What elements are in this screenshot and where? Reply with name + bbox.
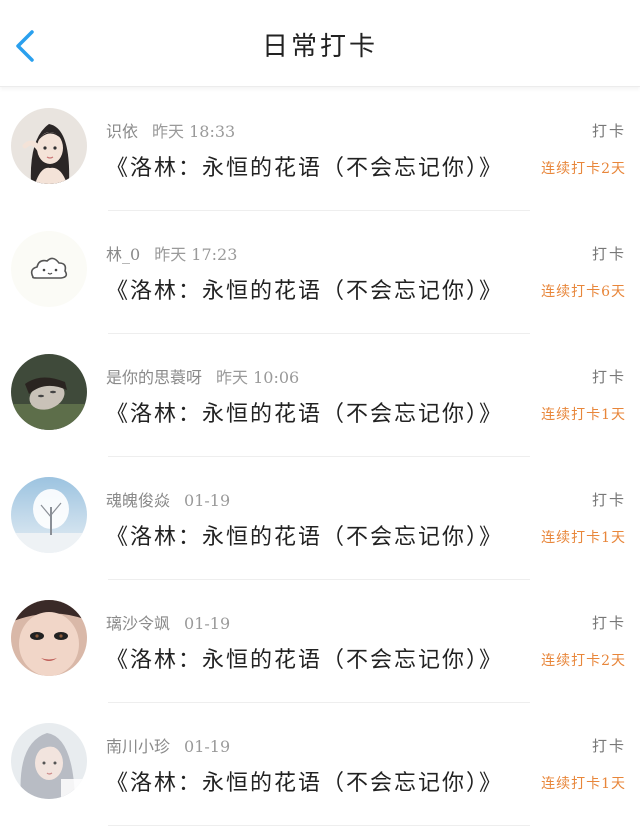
entry-meta: 魂魄俊焱 01-19: [106, 487, 230, 511]
user-name[interactable]: 南川小珍: [106, 737, 170, 756]
checkin-label: 打卡: [591, 737, 626, 755]
user-name[interactable]: 璃沙令飒: [106, 614, 170, 633]
streak-badge: 连续打卡1天: [541, 407, 626, 423]
timestamp: 昨天 18:33: [152, 122, 236, 141]
list-item[interactable]: 林_0 昨天 17:23 《洛林：永恒的花语（不会忘记你）》 打卡 连续打卡6天: [0, 211, 640, 334]
grey-hair-girl-icon: [11, 723, 87, 799]
checkin-label: 打卡: [591, 122, 626, 140]
checkin-label: 打卡: [591, 491, 626, 509]
timestamp: 01-19: [184, 614, 231, 633]
user-name[interactable]: 识依: [106, 122, 138, 141]
user-name[interactable]: 是你的思蓑呀: [106, 368, 202, 387]
timestamp: 昨天 17:23: [154, 245, 238, 264]
streak-badge: 连续打卡2天: [541, 161, 626, 177]
timestamp: 昨天 10:06: [216, 368, 300, 387]
entry-meta: 识依 昨天 18:33: [106, 118, 235, 142]
entry-content: 《洛林：永恒的花语（不会忘记你）》: [106, 771, 504, 796]
entry-content: 《洛林：永恒的花语（不会忘记你）》: [106, 648, 504, 673]
page-title: 日常打卡: [261, 32, 378, 62]
portrait-photo-icon: [11, 354, 87, 430]
entry-meta: 南川小珍 01-19: [106, 733, 230, 757]
streak-badge: 连续打卡1天: [541, 776, 626, 792]
list-item[interactable]: 魂魄俊焱 01-19 《洛林：永恒的花语（不会忘记你）》 打卡 连续打卡1天: [0, 457, 640, 580]
list-item[interactable]: 识依 昨天 18:33 《洛林：永恒的花语（不会忘记你）》 打卡 连续打卡2天: [0, 88, 640, 211]
checkin-label: 打卡: [591, 245, 626, 263]
avatar[interactable]: [11, 477, 87, 553]
user-name[interactable]: 林_0: [106, 245, 140, 264]
avatar[interactable]: [11, 600, 87, 676]
entry-meta: 是你的思蓑呀 昨天 10:06: [106, 364, 299, 388]
streak-badge: 连续打卡6天: [541, 284, 626, 300]
snowy-tree-icon: [11, 477, 87, 553]
checkin-list: 识依 昨天 18:33 《洛林：永恒的花语（不会忘记你）》 打卡 连续打卡2天 林…: [0, 88, 640, 826]
face-closeup-icon: [11, 600, 87, 676]
streak-badge: 连续打卡2天: [541, 653, 626, 669]
timestamp: 01-19: [184, 491, 231, 510]
divider: [108, 825, 530, 826]
entry-meta: 林_0 昨天 17:23: [106, 241, 237, 265]
entry-content: 《洛林：永恒的花语（不会忘记你）》: [106, 279, 504, 304]
user-name[interactable]: 魂魄俊焱: [106, 491, 170, 510]
avatar[interactable]: [11, 108, 87, 184]
top-bar: 日常打卡: [0, 0, 640, 87]
avatar[interactable]: [11, 723, 87, 799]
entry-content: 《洛林：永恒的花语（不会忘记你）》: [106, 525, 504, 550]
cloud-icon: [11, 231, 87, 307]
avatar[interactable]: [11, 231, 87, 307]
entry-content: 《洛林：永恒的花语（不会忘记你）》: [106, 402, 504, 427]
girl-illustration-icon: [11, 108, 87, 184]
list-item[interactable]: 璃沙令飒 01-19 《洛林：永恒的花语（不会忘记你）》 打卡 连续打卡2天: [0, 580, 640, 703]
checkin-label: 打卡: [591, 614, 626, 632]
timestamp: 01-19: [184, 737, 231, 756]
avatar[interactable]: [11, 354, 87, 430]
entry-meta: 璃沙令飒 01-19: [106, 610, 230, 634]
list-item[interactable]: 南川小珍 01-19 《洛林：永恒的花语（不会忘记你）》 打卡 连续打卡1天: [0, 703, 640, 826]
list-item[interactable]: 是你的思蓑呀 昨天 10:06 《洛林：永恒的花语（不会忘记你）》 打卡 连续打卡…: [0, 334, 640, 457]
checkin-label: 打卡: [591, 368, 626, 386]
entry-content: 《洛林：永恒的花语（不会忘记你）》: [106, 156, 504, 181]
streak-badge: 连续打卡1天: [541, 530, 626, 546]
